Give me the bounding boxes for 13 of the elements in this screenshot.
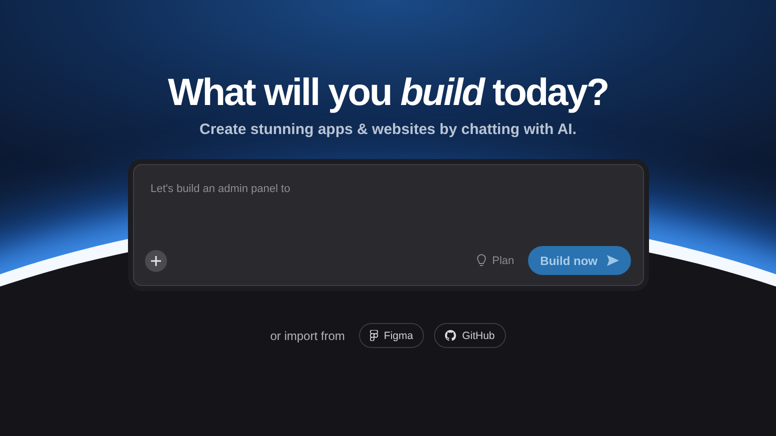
add-button[interactable] xyxy=(144,250,166,272)
hero-title: What will you build today? xyxy=(168,72,608,115)
build-now-button[interactable]: Build now xyxy=(528,246,630,275)
github-logo-icon xyxy=(445,330,456,341)
send-icon xyxy=(606,255,618,266)
lightbulb-icon xyxy=(477,254,486,267)
hero-subtitle: Create stunning apps & websites by chatting with AI. xyxy=(200,121,576,138)
figma-import-button[interactable]: Figma xyxy=(358,323,424,348)
plan-button[interactable]: Plan xyxy=(477,254,514,267)
plus-icon xyxy=(150,256,160,266)
github-import-button[interactable]: GitHub xyxy=(434,323,506,348)
figma-logo-icon xyxy=(370,330,378,341)
import-label: or import from xyxy=(270,328,345,342)
